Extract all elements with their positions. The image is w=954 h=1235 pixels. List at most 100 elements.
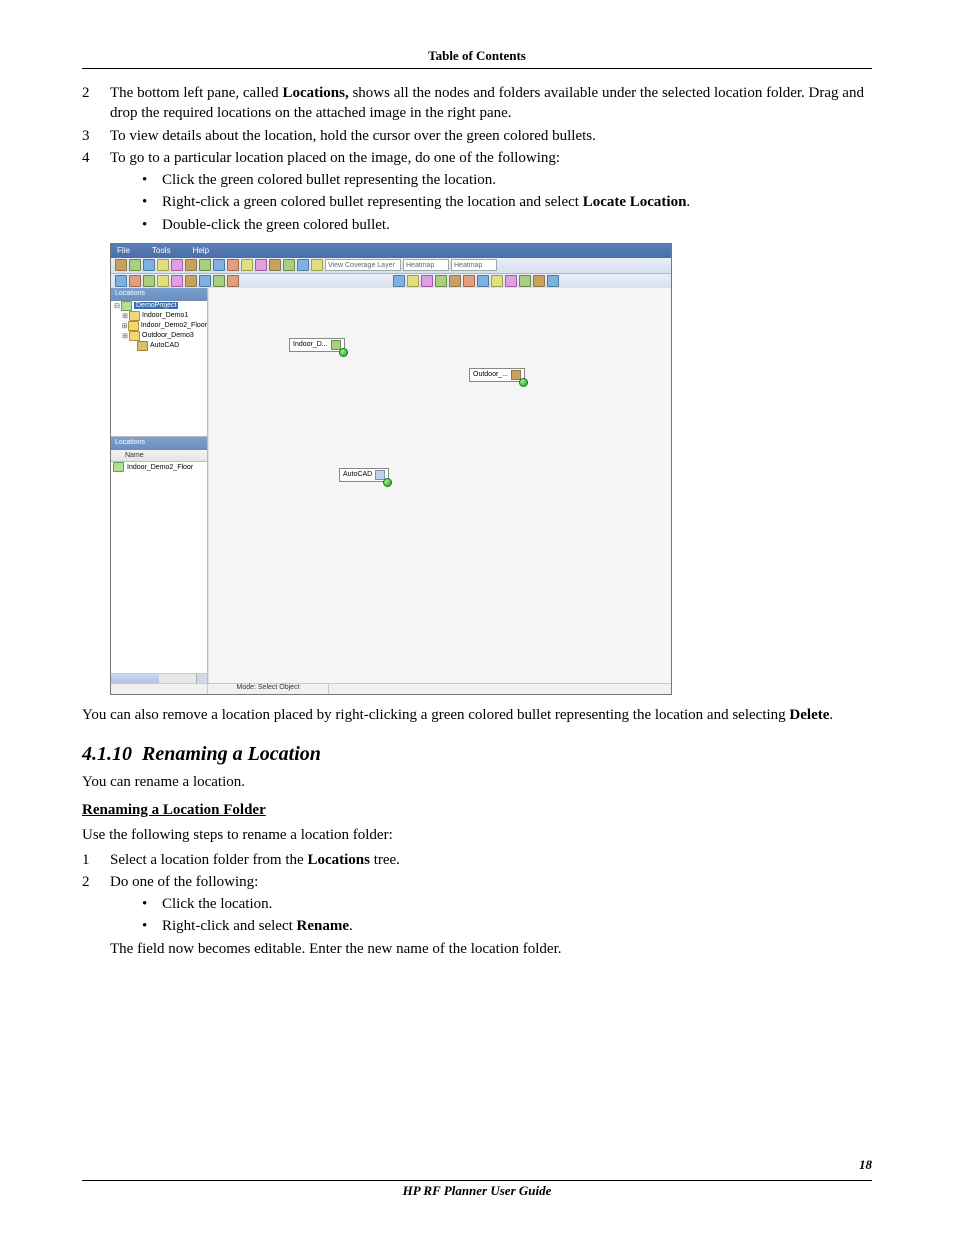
toolbar-icon[interactable] bbox=[199, 259, 211, 271]
toolbar-icon[interactable] bbox=[157, 259, 169, 271]
toolbar-icon[interactable] bbox=[199, 275, 211, 287]
app-body: Locations ⊟DemoProject ⊞Indoor_Demo1 ⊞In… bbox=[111, 288, 671, 684]
toolbar-icon[interactable] bbox=[227, 259, 239, 271]
text: tree. bbox=[370, 852, 400, 868]
list-number: 2 bbox=[82, 83, 110, 103]
pin-label: AutoCAD bbox=[343, 471, 372, 478]
toolbar-icon[interactable] bbox=[491, 275, 503, 287]
bullet-item: Right-click a green colored bullet repre… bbox=[138, 192, 872, 212]
section-heading: 4.1.10 Renaming a Location bbox=[82, 743, 872, 766]
toolbar-icon[interactable] bbox=[283, 259, 295, 271]
tree-node-root[interactable]: ⊟DemoProject bbox=[111, 301, 207, 311]
canvas-pane[interactable]: Indoor_D... Outdoor_... AutoCAD bbox=[208, 288, 671, 684]
bullet-list: Click the green colored bullet represent… bbox=[138, 170, 872, 235]
menu-help[interactable]: Help bbox=[193, 246, 209, 255]
list-number: 4 bbox=[82, 148, 110, 168]
bold-term: Rename bbox=[297, 918, 350, 934]
text: Do one of the following: bbox=[110, 874, 258, 890]
toolbar-icon[interactable] bbox=[213, 259, 225, 271]
toolbar-icon[interactable] bbox=[185, 259, 197, 271]
list-body: Do one of the following: Click the locat… bbox=[110, 872, 872, 959]
toolbar-dropdown[interactable]: Heatmap bbox=[403, 259, 449, 271]
toolbar-icon[interactable] bbox=[435, 275, 447, 287]
location-pin[interactable]: Indoor_D... bbox=[289, 338, 345, 352]
toolbar-icon[interactable] bbox=[157, 275, 169, 287]
location-pin[interactable]: Outdoor_... bbox=[469, 368, 525, 382]
toolbar-icon[interactable] bbox=[311, 259, 323, 271]
tree-header: Locations bbox=[111, 288, 207, 301]
page-number: 18 bbox=[859, 1157, 872, 1173]
list-body: To go to a particular location placed on… bbox=[110, 148, 872, 237]
paragraph: Use the following steps to rename a loca… bbox=[82, 825, 872, 845]
menu-tools[interactable]: Tools bbox=[152, 246, 171, 255]
toolbar-icon[interactable] bbox=[129, 259, 141, 271]
toolbar-icon[interactable] bbox=[449, 275, 461, 287]
bold-term: Locations, bbox=[282, 85, 348, 101]
section-number: 4.1.10 bbox=[82, 743, 132, 765]
text: You can also remove a location placed by… bbox=[82, 707, 789, 723]
toolbar-icon[interactable] bbox=[213, 275, 225, 287]
tree-node[interactable]: ⊞Indoor_Demo1 bbox=[111, 311, 207, 321]
toolbar-icon[interactable] bbox=[115, 259, 127, 271]
toolbar-icon[interactable] bbox=[547, 275, 559, 287]
text: . bbox=[686, 194, 690, 210]
pin-label: Indoor_D... bbox=[293, 341, 328, 348]
list-number: 1 bbox=[82, 850, 110, 870]
list-body: The bottom left pane, called Locations, … bbox=[110, 83, 872, 124]
sub-heading: Renaming a Location Folder bbox=[82, 802, 872, 819]
toolbar-icon[interactable] bbox=[171, 275, 183, 287]
toolbar-icon[interactable] bbox=[129, 275, 141, 287]
text: . bbox=[349, 918, 353, 934]
locations-column-header[interactable]: Name bbox=[111, 450, 207, 462]
toolbar-icon[interactable] bbox=[463, 275, 475, 287]
text: The bottom left pane, called bbox=[110, 85, 282, 101]
toolbar-dropdown[interactable]: Heatmap bbox=[451, 259, 497, 271]
toolbar-icon[interactable] bbox=[297, 259, 309, 271]
tree-node[interactable]: ⊞Indoor_Demo2_Floor bbox=[111, 321, 207, 331]
locations-list-pane: Locations Name Indoor_Demo2_Floor bbox=[111, 437, 207, 684]
toolbar-icon[interactable] bbox=[227, 275, 239, 287]
list-number: 3 bbox=[82, 126, 110, 146]
bold-term: Delete bbox=[789, 707, 829, 723]
tree-node[interactable]: AutoCAD bbox=[111, 341, 207, 351]
bullet-item: Click the location. bbox=[138, 894, 872, 914]
toolbar-icon[interactable] bbox=[519, 275, 531, 287]
toolbar-icon[interactable] bbox=[115, 275, 127, 287]
toolbar-icon[interactable] bbox=[143, 259, 155, 271]
toolbar-icon[interactable] bbox=[477, 275, 489, 287]
locations-row[interactable]: Indoor_Demo2_Floor bbox=[111, 462, 207, 473]
green-bullet-icon[interactable] bbox=[339, 348, 348, 357]
bullet-list: Click the location. Right-click and sele… bbox=[138, 894, 872, 937]
page-header: Table of Contents bbox=[82, 48, 872, 69]
locations-header: Locations bbox=[111, 437, 207, 450]
tree-node[interactable]: ⊞Outdoor_Demo3 bbox=[111, 331, 207, 341]
green-bullet-icon[interactable] bbox=[383, 478, 392, 487]
text: Select a location folder from the bbox=[110, 852, 307, 868]
list-item: 2 Do one of the following: Click the loc… bbox=[82, 872, 872, 959]
page-footer: HP RF Planner User Guide bbox=[82, 1180, 872, 1199]
text: Right-click a green colored bullet repre… bbox=[162, 194, 583, 210]
bold-term: Locate Location bbox=[583, 194, 687, 210]
green-bullet-icon[interactable] bbox=[519, 378, 528, 387]
toolbar-icon[interactable] bbox=[533, 275, 545, 287]
toolbar-icon[interactable] bbox=[421, 275, 433, 287]
location-pin[interactable]: AutoCAD bbox=[339, 468, 389, 482]
toolbar-icon[interactable] bbox=[255, 259, 267, 271]
locations-tree-pane: Locations ⊟DemoProject ⊞Indoor_Demo1 ⊞In… bbox=[111, 288, 207, 437]
toolbar-icon[interactable] bbox=[185, 275, 197, 287]
toolbar-icon[interactable] bbox=[241, 259, 253, 271]
bold-term: Locations bbox=[307, 852, 370, 868]
toolbar-row-1: View Coverage Layer Heatmap Heatmap bbox=[111, 258, 671, 274]
toolbar-icon[interactable] bbox=[171, 259, 183, 271]
toolbar-icon[interactable] bbox=[269, 259, 281, 271]
app-screenshot: File Tools Help View Coverage Layer Heat… bbox=[110, 243, 672, 695]
toolbar-icon[interactable] bbox=[505, 275, 517, 287]
toolbar-icon[interactable] bbox=[393, 275, 405, 287]
toolbar-icon[interactable] bbox=[407, 275, 419, 287]
list-item: 3 To view details about the location, ho… bbox=[82, 126, 872, 146]
list-item: 1 Select a location folder from the Loca… bbox=[82, 850, 872, 870]
menu-file[interactable]: File bbox=[117, 246, 130, 255]
toolbar-icon[interactable] bbox=[143, 275, 155, 287]
toolbar-dropdown[interactable]: View Coverage Layer bbox=[325, 259, 401, 271]
pin-icon bbox=[331, 340, 341, 350]
